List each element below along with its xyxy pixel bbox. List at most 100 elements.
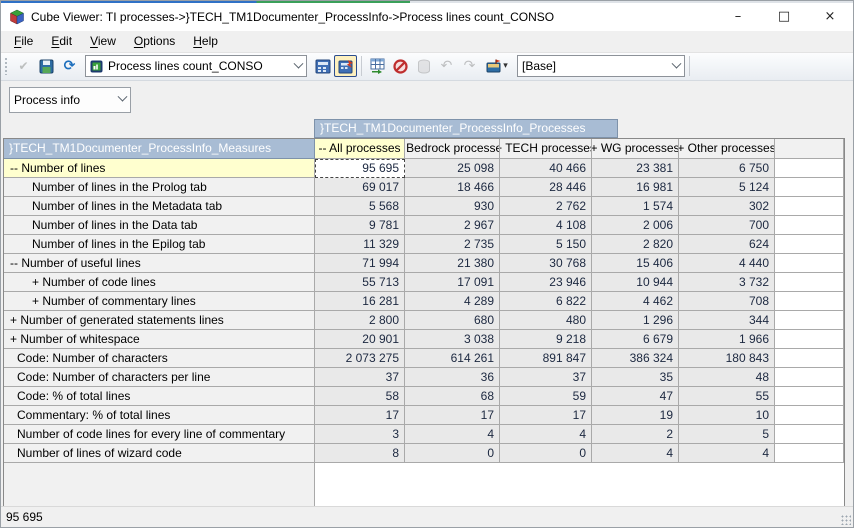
data-cell[interactable]: 1 966 (679, 330, 775, 349)
data-cell[interactable]: 17 (405, 406, 500, 425)
data-cell[interactable]: 40 466 (500, 159, 592, 178)
data-cell[interactable]: 344 (679, 311, 775, 330)
sandbox-button[interactable]: ▾ (481, 55, 513, 77)
data-cell[interactable]: 3 038 (405, 330, 500, 349)
row-header[interactable]: -- Number of lines (4, 159, 315, 178)
recalculate-button[interactable]: ⟳ (58, 55, 81, 77)
data-cell[interactable]: 17 091 (405, 273, 500, 292)
row-header[interactable]: Number of lines in the Epilog tab (4, 235, 315, 254)
data-cell[interactable]: 10 944 (592, 273, 679, 292)
column-header[interactable]: + Bedrock processes (405, 139, 500, 159)
row-header[interactable]: Code: Number of characters per line (4, 368, 315, 387)
data-cell[interactable]: 5 568 (315, 197, 405, 216)
confirm-button[interactable]: ✔ (12, 55, 35, 77)
data-cell[interactable]: 2 820 (592, 235, 679, 254)
data-cell[interactable]: 37 (315, 368, 405, 387)
data-cell[interactable]: 11 329 (315, 235, 405, 254)
data-cell-empty[interactable] (775, 235, 844, 254)
data-cell[interactable]: 4 (679, 444, 775, 463)
data-cell-empty[interactable] (775, 197, 844, 216)
data-cell[interactable]: 95 695 (315, 159, 405, 178)
data-cell[interactable]: 23 381 (592, 159, 679, 178)
resize-grip[interactable] (841, 515, 851, 525)
data-cell-empty[interactable] (775, 178, 844, 197)
data-cell-empty[interactable] (775, 159, 844, 178)
row-header[interactable]: Number of lines in the Prolog tab (4, 178, 315, 197)
data-cell[interactable]: 71 994 (315, 254, 405, 273)
data-cell[interactable]: 6 679 (592, 330, 679, 349)
menu-view[interactable]: View (81, 32, 125, 50)
data-cell[interactable]: 59 (500, 387, 592, 406)
row-header[interactable]: + Number of code lines (4, 273, 315, 292)
suppress-zeroes-button[interactable] (311, 55, 334, 77)
data-cell[interactable]: 48 (679, 368, 775, 387)
column-header[interactable]: + Other processes (679, 139, 775, 159)
data-cell[interactable]: 0 (500, 444, 592, 463)
row-header[interactable]: -- Number of useful lines (4, 254, 315, 273)
data-cell[interactable]: 55 713 (315, 273, 405, 292)
data-cell[interactable]: 4 (500, 425, 592, 444)
export-button[interactable] (366, 55, 389, 77)
row-dimension-header[interactable]: }TECH_TM1Documenter_ProcessInfo_Measures (4, 139, 315, 159)
commit-sandbox-button[interactable] (412, 55, 435, 77)
data-cell[interactable]: 36 (405, 368, 500, 387)
data-cell[interactable]: 302 (679, 197, 775, 216)
close-button[interactable]: × (807, 3, 853, 31)
data-cell[interactable]: 55 (679, 387, 775, 406)
column-header[interactable]: + WG processes (592, 139, 679, 159)
undo-button[interactable]: ↶ (435, 55, 458, 77)
data-cell[interactable]: 16 981 (592, 178, 679, 197)
data-cell[interactable]: 28 446 (500, 178, 592, 197)
menu-file[interactable]: File (5, 32, 42, 50)
data-cell[interactable]: 25 098 (405, 159, 500, 178)
auto-recalculate-button[interactable] (334, 55, 357, 77)
data-cell[interactable]: 58 (315, 387, 405, 406)
data-cell[interactable]: 2 967 (405, 216, 500, 235)
column-header[interactable]: -- All processes (315, 139, 405, 159)
data-cell[interactable]: 680 (405, 311, 500, 330)
data-cell[interactable]: 69 017 (315, 178, 405, 197)
data-cell-empty[interactable] (775, 311, 844, 330)
data-cell-empty[interactable] (775, 216, 844, 235)
row-header[interactable]: Code: % of total lines (4, 387, 315, 406)
data-cell[interactable]: 891 847 (500, 349, 592, 368)
data-cell[interactable]: 37 (500, 368, 592, 387)
row-header[interactable]: + Number of whitespace (4, 330, 315, 349)
data-cell[interactable]: 17 (500, 406, 592, 425)
menu-options[interactable]: Options (125, 32, 184, 50)
data-cell[interactable]: 10 (679, 406, 775, 425)
data-cell[interactable]: 20 901 (315, 330, 405, 349)
data-cell[interactable]: 2 762 (500, 197, 592, 216)
data-cell[interactable]: 5 150 (500, 235, 592, 254)
row-header[interactable]: Number of lines in the Metadata tab (4, 197, 315, 216)
data-cell[interactable]: 47 (592, 387, 679, 406)
data-cell[interactable]: 5 (679, 425, 775, 444)
data-cell[interactable]: 9 218 (500, 330, 592, 349)
data-cell[interactable]: 8 (315, 444, 405, 463)
cancel-button[interactable] (389, 55, 412, 77)
data-cell[interactable]: 68 (405, 387, 500, 406)
data-cell[interactable]: 0 (405, 444, 500, 463)
data-cell[interactable]: 4 (592, 444, 679, 463)
data-cell-empty[interactable] (775, 406, 844, 425)
column-header[interactable]: + TECH processes (500, 139, 592, 159)
data-cell[interactable]: 3 732 (679, 273, 775, 292)
data-cell[interactable]: 15 406 (592, 254, 679, 273)
maximize-button[interactable]: □ (761, 3, 807, 31)
data-cell[interactable]: 4 289 (405, 292, 500, 311)
row-header[interactable]: + Number of generated statements lines (4, 311, 315, 330)
menu-edit[interactable]: Edit (42, 32, 81, 50)
data-cell[interactable]: 614 261 (405, 349, 500, 368)
data-cell[interactable]: 624 (679, 235, 775, 254)
row-header[interactable]: Number of lines of wizard code (4, 444, 315, 463)
data-cell[interactable]: 6 822 (500, 292, 592, 311)
data-cell[interactable]: 2 (592, 425, 679, 444)
data-cell[interactable]: 1 296 (592, 311, 679, 330)
data-cell-empty[interactable] (775, 330, 844, 349)
minimize-button[interactable]: – (715, 3, 761, 31)
data-cell[interactable]: 480 (500, 311, 592, 330)
data-cell[interactable]: 1 574 (592, 197, 679, 216)
data-cell[interactable]: 708 (679, 292, 775, 311)
data-cell-empty[interactable] (775, 444, 844, 463)
data-cell-empty[interactable] (775, 368, 844, 387)
